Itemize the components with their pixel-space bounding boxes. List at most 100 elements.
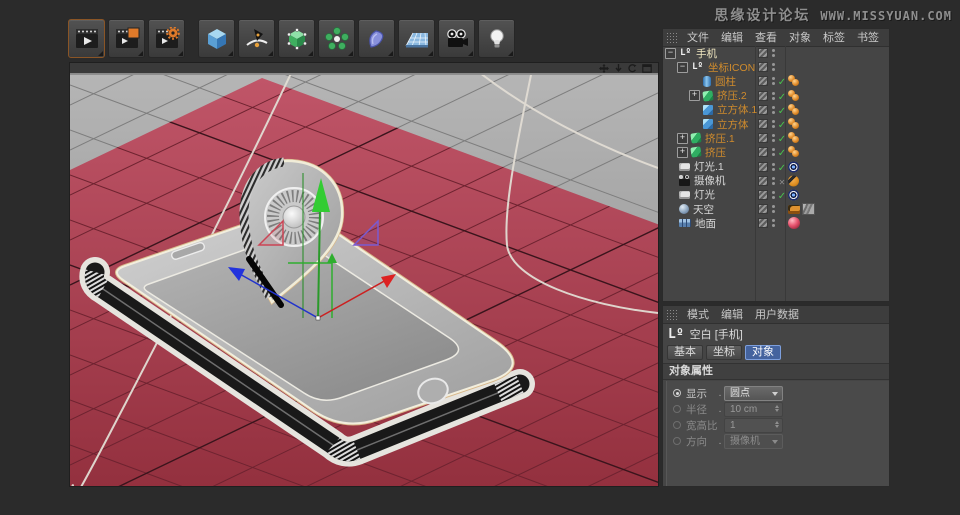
object-label[interactable]: 坐标ICON [708, 60, 755, 75]
property-dropdown[interactable]: 圆点 [724, 386, 783, 401]
tag-mat-icon[interactable] [788, 118, 801, 130]
render-settings-button[interactable] [148, 19, 185, 58]
menu-item[interactable]: 用户数据 [749, 307, 805, 323]
object-label[interactable]: 挤压.2 [717, 88, 747, 103]
property-stepper[interactable]: 1 [724, 418, 783, 433]
expander-icon[interactable] [689, 90, 700, 101]
object-row[interactable]: 圆柱 [663, 74, 889, 88]
viewport[interactable] [69, 62, 659, 487]
keyframe-circle-icon[interactable] [673, 405, 681, 413]
object-label[interactable]: 灯光 [694, 187, 715, 202]
expander-icon[interactable] [665, 48, 676, 59]
object-label[interactable]: 地面 [695, 216, 716, 231]
menu-item[interactable]: 书签 [851, 30, 885, 46]
object-row[interactable]: 立方体 [663, 117, 889, 131]
spline-pen-button[interactable] [238, 19, 275, 58]
light-button[interactable] [478, 19, 515, 58]
visibility-dots[interactable] [772, 49, 775, 57]
visibility-dots[interactable] [772, 219, 775, 227]
object-row[interactable]: 摄像机 [663, 174, 889, 188]
tag-mat-icon[interactable] [788, 146, 801, 158]
render-picture-viewer-button[interactable] [108, 19, 145, 58]
object-label[interactable]: 圆柱 [715, 74, 736, 89]
menu-item[interactable]: 文件 [681, 30, 715, 46]
object-row[interactable]: 挤压.2 [663, 89, 889, 103]
property-dropdown[interactable]: 摄像机 [724, 434, 783, 449]
layer-swatch[interactable] [758, 91, 768, 101]
tag-target-icon[interactable] [788, 161, 799, 172]
tag-mat-icon[interactable] [788, 104, 801, 116]
visibility-dots[interactable] [772, 205, 775, 213]
expander-icon[interactable] [677, 133, 688, 144]
panel-grip-icon[interactable] [666, 309, 677, 320]
object-label[interactable]: 摄像机 [694, 173, 726, 188]
layer-swatch[interactable] [758, 218, 768, 228]
bend-deformer-button[interactable] [358, 19, 395, 58]
object-row[interactable]: 坐标ICON [663, 60, 889, 74]
visibility-dots[interactable] [772, 148, 775, 156]
visibility-dots[interactable] [772, 120, 775, 128]
layer-swatch[interactable] [758, 105, 768, 115]
layer-swatch[interactable] [758, 48, 768, 58]
layer-swatch[interactable] [758, 190, 768, 200]
object-label[interactable]: 手机 [696, 46, 717, 61]
expander-icon[interactable] [677, 62, 688, 73]
object-row[interactable]: 灯光.1 [663, 160, 889, 174]
object-row[interactable]: 挤压 [663, 145, 889, 159]
visibility-dots[interactable] [772, 92, 775, 100]
tag-mat-icon[interactable] [788, 75, 801, 87]
object-label[interactable]: 立方体 [717, 117, 749, 132]
visibility-dots[interactable] [772, 191, 775, 199]
object-label[interactable]: 灯光.1 [694, 159, 724, 174]
keyframe-circle-icon[interactable] [673, 421, 681, 429]
layer-swatch[interactable] [758, 204, 768, 214]
visibility-dots[interactable] [772, 177, 775, 185]
menu-item[interactable]: 编辑 [715, 307, 749, 323]
tag-comp-icon[interactable] [788, 205, 800, 214]
layer-swatch[interactable] [758, 119, 768, 129]
menu-item[interactable]: 编辑 [715, 30, 749, 46]
pan-icon[interactable] [599, 64, 609, 73]
object-row[interactable]: 地面 [663, 216, 889, 230]
visibility-dots[interactable] [772, 134, 775, 142]
layer-swatch[interactable] [758, 133, 768, 143]
stepper-arrows-icon[interactable] [775, 405, 779, 412]
object-row[interactable]: 灯光 [663, 188, 889, 202]
visibility-dots[interactable] [772, 77, 775, 85]
object-row[interactable]: 挤压.1 [663, 131, 889, 145]
stepper-arrows-icon[interactable] [775, 421, 779, 428]
property-stepper[interactable]: 10 cm [724, 402, 783, 417]
object-label[interactable]: 挤压.1 [705, 131, 735, 146]
menu-item[interactable]: 标签 [817, 30, 851, 46]
tag-mat-icon[interactable] [788, 132, 801, 144]
visibility-dots[interactable] [772, 106, 775, 114]
keyframe-circle-icon[interactable] [673, 389, 681, 397]
tag-tex-icon[interactable] [802, 203, 815, 215]
render-view-button[interactable] [68, 19, 105, 58]
expander-icon[interactable] [677, 147, 688, 158]
object-row[interactable]: 立方体.1 [663, 103, 889, 117]
attribute-tab[interactable]: 坐标 [706, 345, 742, 360]
object-row[interactable]: 天空 [663, 202, 889, 216]
array-generator-button[interactable] [318, 19, 355, 58]
toggle-view-icon[interactable] [642, 64, 652, 73]
attribute-tab[interactable]: 对象 [745, 345, 781, 360]
menu-item[interactable]: 对象 [783, 30, 817, 46]
add-cube-primitive-button[interactable] [198, 19, 235, 58]
menu-item[interactable]: 模式 [681, 307, 715, 323]
layer-swatch[interactable] [758, 76, 768, 86]
tag-mat-icon[interactable] [788, 90, 801, 102]
layer-swatch[interactable] [758, 62, 768, 72]
keyframe-circle-icon[interactable] [673, 437, 681, 445]
viewport-canvas[interactable] [70, 75, 658, 486]
tag-prohibit-icon[interactable] [788, 175, 799, 186]
layer-swatch[interactable] [758, 147, 768, 157]
gizmo-origin[interactable] [316, 316, 320, 320]
object-label[interactable]: 天空 [693, 202, 714, 217]
object-label[interactable]: 挤压 [705, 145, 726, 160]
layer-swatch[interactable] [758, 176, 768, 186]
camera-button[interactable] [438, 19, 475, 58]
visibility-dots[interactable] [772, 63, 775, 71]
menu-item[interactable]: 查看 [749, 30, 783, 46]
tag-target-icon[interactable] [788, 189, 799, 200]
